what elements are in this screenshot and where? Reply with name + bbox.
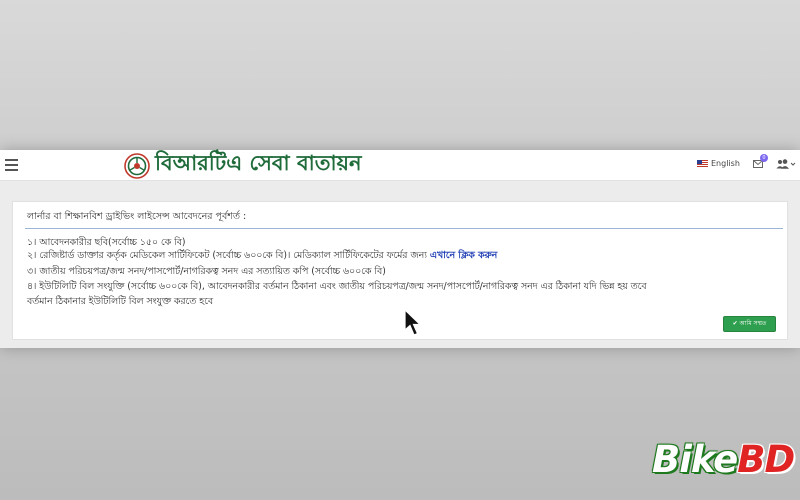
language-label: English xyxy=(711,159,740,168)
watermark-part-bike: Bike xyxy=(652,438,738,481)
requirement-utility-bill-line2: বর্তমান ঠিকানার ইউটিলিটি বিল সংযুক্ত করত… xyxy=(27,296,214,307)
mouse-cursor-icon xyxy=(404,309,422,336)
hamburger-icon[interactable] xyxy=(5,159,18,171)
brta-logo-icon[interactable] xyxy=(124,153,150,179)
requirement-photo: ১। আবেদনকারীর ছবি(সর্বোচ্চ ১৫০ কে বি) xyxy=(27,237,186,248)
language-switch[interactable]: English xyxy=(697,159,740,168)
notification-badge: 0 xyxy=(760,154,768,162)
card-divider xyxy=(25,228,783,229)
bikebd-watermark: BikeBD xyxy=(652,438,795,482)
site-title: বিআরটিএ সেবা বাতায়ন xyxy=(155,150,362,175)
top-navbar: বিআরটিএ সেবা বাতায়ন English 0 xyxy=(0,150,800,181)
watermark-part-bd: BD xyxy=(737,438,795,481)
medical-form-link[interactable]: এখানে ক্লিক করুন xyxy=(430,250,497,261)
uk-flag-icon xyxy=(697,160,708,167)
requirement-medical: ২। রেজিষ্টার্ড ডাক্তার কর্তৃক মেডিকেল সা… xyxy=(27,250,497,262)
requirement-utility-bill-line1: ৪। ইউটিলিটি বিল সংযুক্তি (সর্বোচ্চ ৬০০কে… xyxy=(27,281,647,292)
requirement-medical-text: ২। রেজিষ্টার্ড ডাক্তার কর্তৃক মেডিকেল সা… xyxy=(27,250,430,261)
users-icon[interactable] xyxy=(776,159,796,169)
agree-button[interactable]: ✔ আমি সম্মত xyxy=(723,316,776,332)
requirement-id-copy: ৩। জাতীয় পরিচয়পত্র/জন্ম সনদ/পাসপোর্ট/ন… xyxy=(27,266,386,277)
requirements-card: লার্নার বা শিক্ষানবিশ ড্রাইভিং লাইসেন্স … xyxy=(12,201,788,340)
app-window: বিআরটিএ সেবা বাতায়ন English 0 লার্নার ব… xyxy=(0,150,800,348)
card-title: লার্নার বা শিক্ষানবিশ ড্রাইভিং লাইসেন্স … xyxy=(27,211,247,222)
